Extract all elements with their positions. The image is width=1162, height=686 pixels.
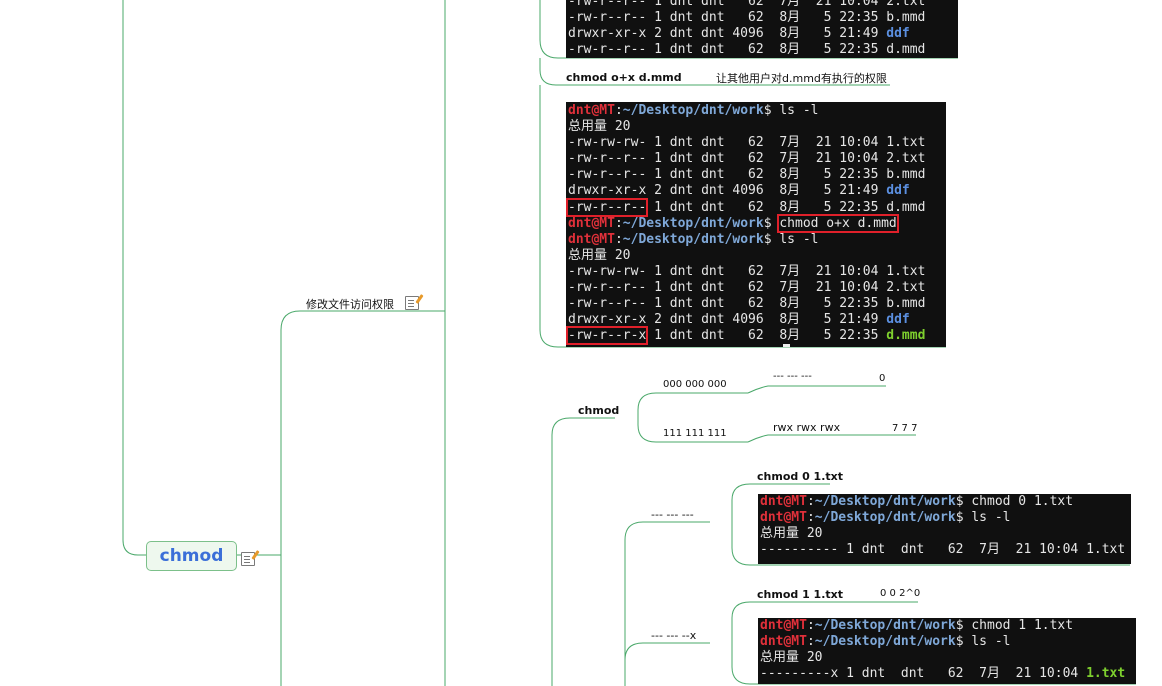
note-icon[interactable] bbox=[241, 552, 255, 566]
terminal-screenshot-chmod0: dnt@MT:~/Desktop/dnt/work$ chmod 0 1.txt… bbox=[758, 494, 1131, 564]
topic-perm-x[interactable]: --- --- --x bbox=[651, 629, 696, 642]
topic-chmod-numeric[interactable]: chmod bbox=[578, 404, 619, 417]
binary-zero[interactable]: 000 000 000 bbox=[663, 379, 727, 390]
prompt-user: dnt@MT bbox=[568, 103, 615, 118]
topic-description[interactable]: 让其他用户对d.mmd有执行的权限 bbox=[716, 70, 887, 86]
topic-chmod-1[interactable]: chmod 1 1.txt bbox=[757, 588, 843, 601]
highlight-box: -rw-r--r-x bbox=[566, 326, 649, 346]
terminal-cursor bbox=[783, 344, 790, 347]
dir-name: ddf bbox=[886, 26, 910, 42]
command-text: ls -l bbox=[779, 103, 819, 118]
prompt-path: ~/Desktop/dnt/work bbox=[622, 103, 764, 118]
value-full[interactable]: 7 7 7 bbox=[892, 423, 917, 434]
perm-full[interactable]: rwx rwx rwx bbox=[773, 421, 840, 434]
value-zero[interactable]: 0 bbox=[879, 373, 885, 384]
topic-value-2pow0[interactable]: 0 0 2^0 bbox=[880, 588, 920, 599]
topic-perm-none[interactable]: --- --- --- bbox=[651, 508, 694, 521]
terminal-screenshot-top: -rw-r--r-- 1 dnt dnt 62 7月 21 10:04 2.tx… bbox=[566, 0, 958, 58]
terminal-line: -rw-r--r-- 1 dnt dnt 62 8月 5 22:35 b.mmd bbox=[568, 10, 926, 26]
highlight-box: chmod o+x d.mmd bbox=[777, 213, 899, 233]
perm-zero[interactable]: --- --- --- bbox=[773, 371, 812, 382]
terminal-line: drwxr-xr-x 2 dnt dnt 4096 8月 5 21:49 bbox=[568, 26, 887, 42]
topic-modify-access[interactable]: 修改文件访问权限 bbox=[306, 296, 394, 312]
total-line: 总用量 20 bbox=[568, 119, 631, 135]
topic-chmod-o-plus-x[interactable]: chmod o+x d.mmd bbox=[566, 71, 682, 84]
central-topic-chmod[interactable]: chmod bbox=[146, 541, 237, 571]
binary-full[interactable]: 111 111 111 bbox=[663, 428, 727, 439]
terminal-line: -rw-r--r-- 1 dnt dnt 62 8月 5 22:35 d.mmd bbox=[568, 42, 926, 58]
terminal-screenshot-main: dnt@MT:~/Desktop/dnt/work$ ls -l 总用量 20 … bbox=[566, 102, 946, 347]
topic-chmod-0[interactable]: chmod 0 1.txt bbox=[757, 470, 843, 483]
note-icon[interactable] bbox=[405, 296, 419, 310]
highlight-box: -rw-r--r-- bbox=[566, 197, 649, 217]
terminal-screenshot-chmod1: dnt@MT:~/Desktop/dnt/work$ chmod 1 1.txt… bbox=[758, 618, 1136, 684]
